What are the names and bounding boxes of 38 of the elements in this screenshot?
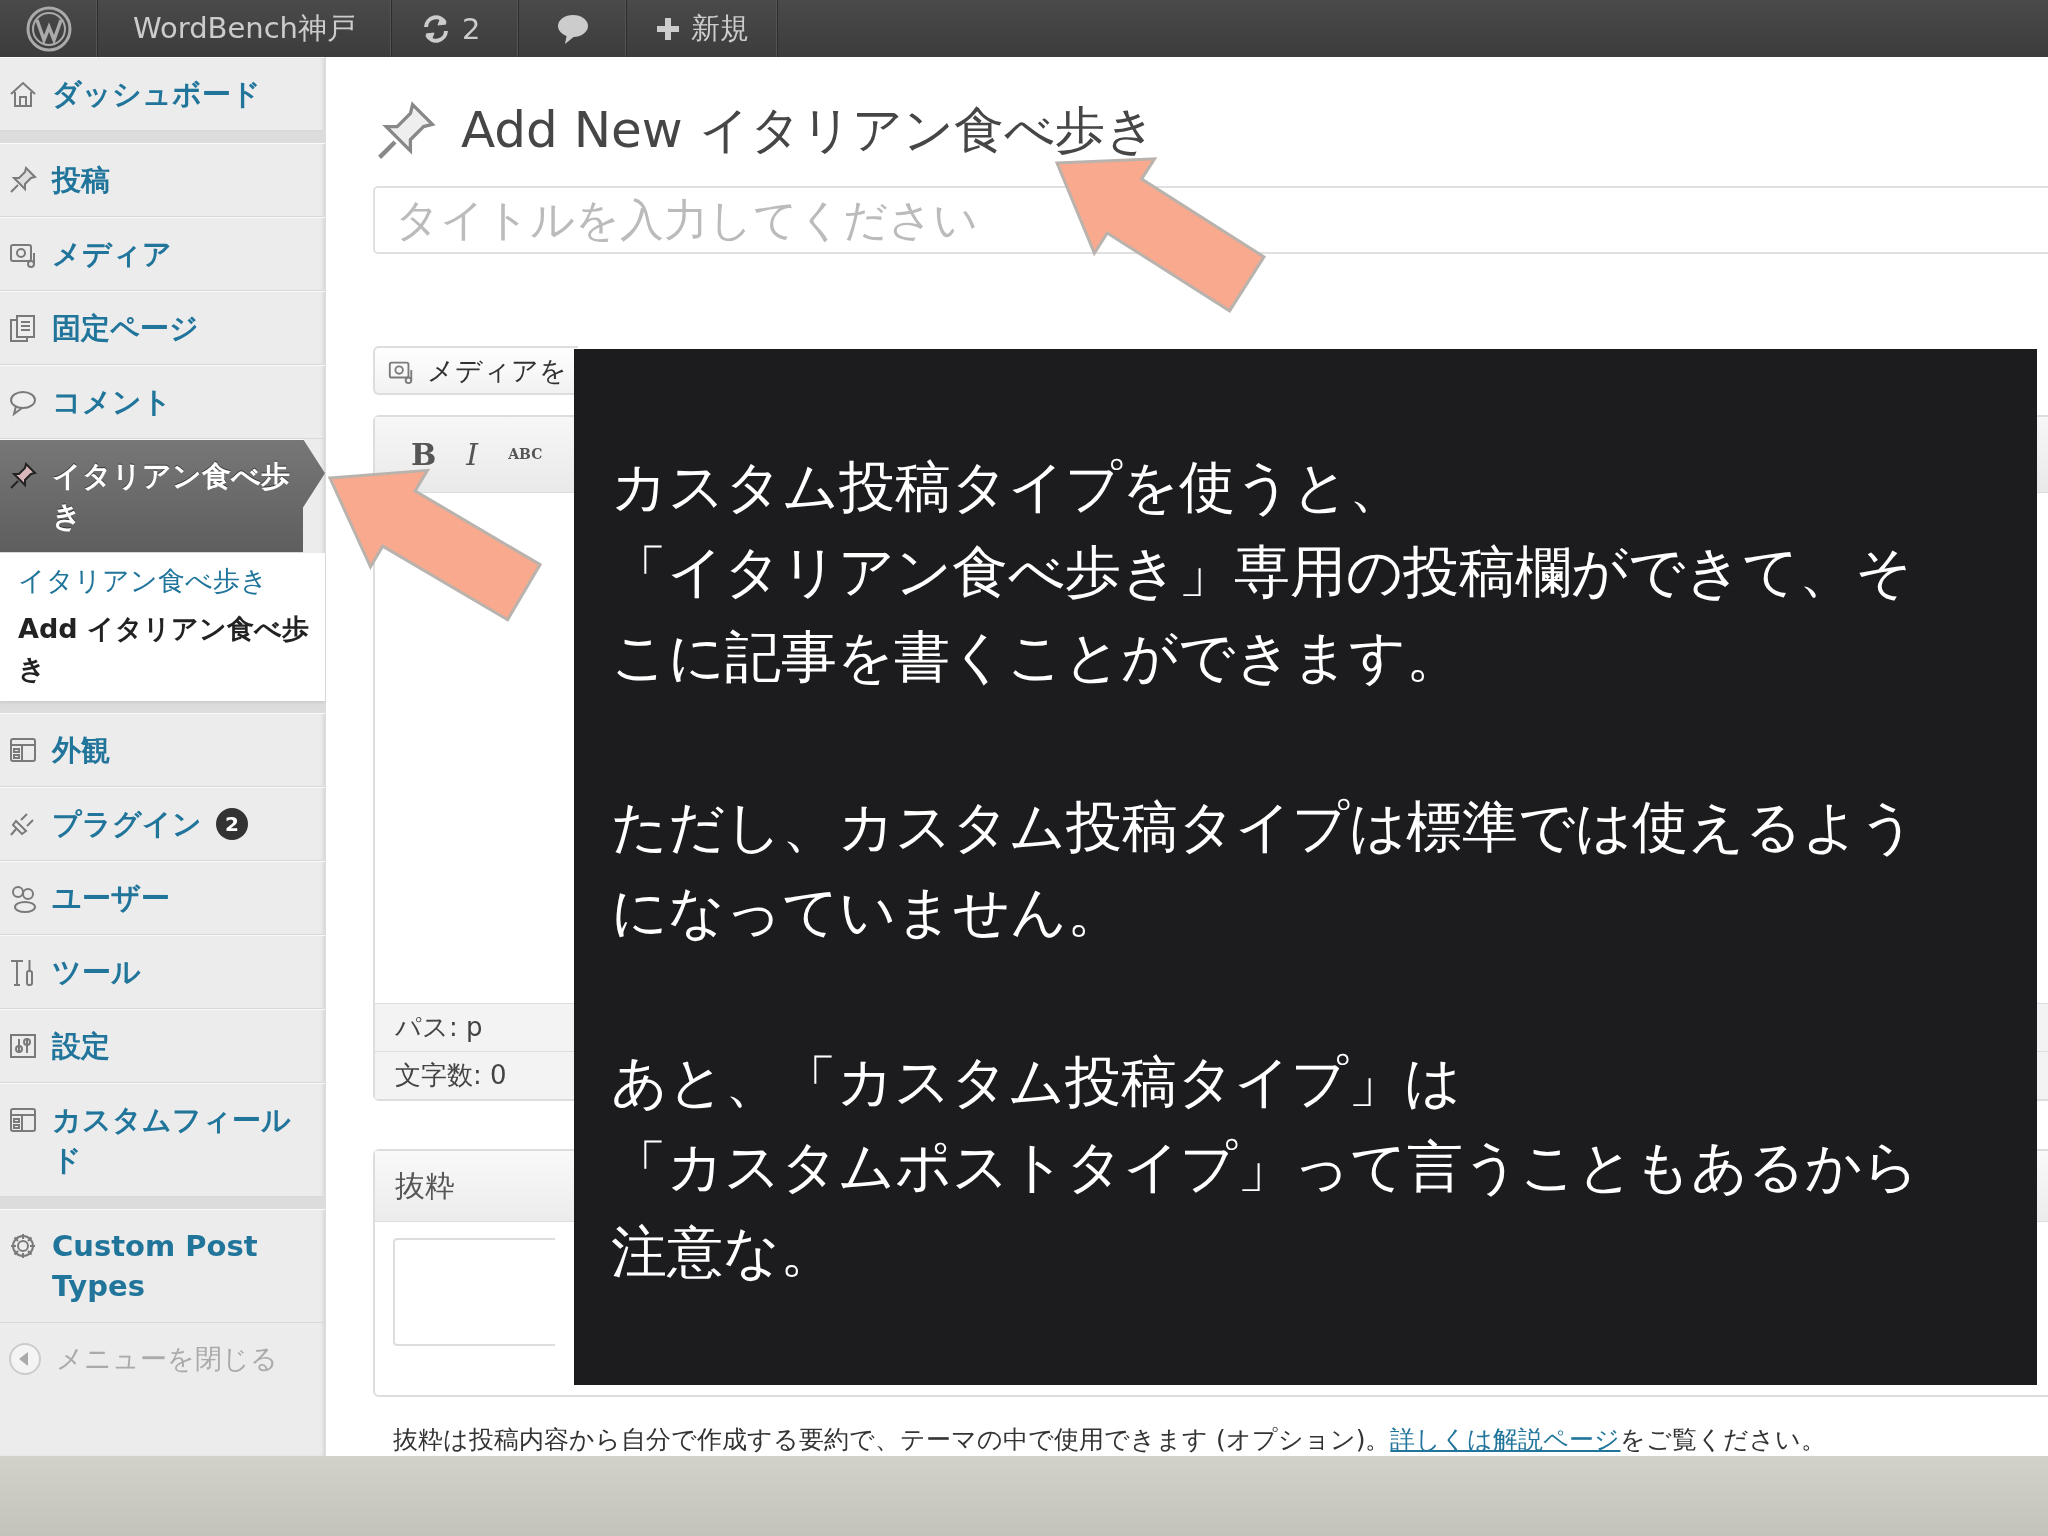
- caption-paragraph: カスタム投稿タイプを使うと、 「イタリアン食べ歩き」専用の投稿欄ができて、そ こに記事を書くことができます。: [611, 453, 1913, 691]
- gear-icon: [8, 1231, 38, 1261]
- layout-icon: [8, 1105, 38, 1135]
- format-button[interactable]: ABC: [508, 446, 543, 463]
- format-button[interactable]: I: [466, 436, 479, 472]
- sidebar-menu-item[interactable]: メディア: [0, 217, 325, 291]
- pushpin-icon: [8, 461, 38, 491]
- house-icon: [8, 79, 38, 109]
- sidebar-menu-item[interactable]: ダッシュボード: [0, 57, 325, 131]
- page-heading: Add New イタリアン食べ歩き: [461, 100, 1156, 162]
- sidebar-menu-item[interactable]: ユーザー: [0, 861, 325, 935]
- site-name-link[interactable]: WordBench神戸: [133, 8, 356, 49]
- comment-bubble-icon[interactable]: [555, 12, 590, 45]
- sidebar-menu-item[interactable]: 設定: [0, 1009, 325, 1083]
- add-media-button[interactable]: メディアを: [373, 346, 578, 395]
- sidebar-menu-item[interactable]: カスタムフィールド: [0, 1083, 325, 1197]
- title-input-field[interactable]: タイトルを入力してください: [373, 185, 2048, 255]
- caption-paragraph: ただし、カスタム投稿タイプは標準では使えるよう になっていません。: [611, 793, 1917, 946]
- sidebar-menu-item[interactable]: 外観: [0, 713, 325, 787]
- excerpt-help-text: 抜粋は投稿内容から自分で作成する要約で、テーマの中で使用できます (オプション)。詳しくは解説ページ をご覧ください。: [393, 1424, 1828, 1456]
- sidebar-menu-item[interactable]: イタリアン食べ歩き: [0, 439, 325, 553]
- wordpress-logo[interactable]: [24, 4, 73, 53]
- pushpin-icon: [8, 165, 38, 195]
- submenu-link[interactable]: Add イタリアン食べ歩き: [0, 605, 325, 693]
- pages-icon: [8, 313, 38, 343]
- sidebar-menu-item[interactable]: ツール: [0, 935, 325, 1009]
- sidebar-menu-item[interactable]: 固定ページ: [0, 291, 325, 365]
- plus-icon: [655, 15, 681, 42]
- submenu-link[interactable]: イタリアン食べ歩き: [0, 557, 325, 605]
- sidebar-menu-item[interactable]: 投稿: [0, 143, 325, 217]
- help-page-link[interactable]: 詳しくは解説ページ: [1390, 1425, 1621, 1454]
- menu-label: プラグイン: [52, 806, 202, 843]
- sidebar-menu-item[interactable]: プラグイン 2: [0, 787, 325, 861]
- sliders-icon: [8, 1031, 38, 1061]
- format-button[interactable]: B: [411, 436, 437, 472]
- sidebar-menu-item[interactable]: Custom Post Types: [0, 1209, 325, 1323]
- layout-icon: [8, 735, 38, 765]
- update-count-badge: 2: [216, 808, 248, 840]
